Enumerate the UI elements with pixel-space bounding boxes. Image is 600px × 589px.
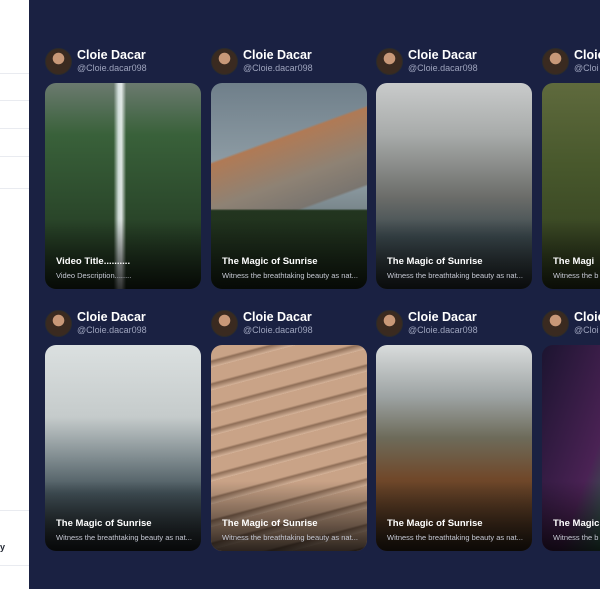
video-title[interactable]: The Magic [553, 518, 599, 529]
author-name[interactable]: Cloie Dacar [408, 311, 478, 324]
author-name[interactable]: Cloie [574, 49, 600, 62]
video-description: Witness the breathtaking beauty as nat..… [387, 533, 523, 542]
avatar[interactable] [211, 309, 238, 337]
author-handle: @Cloi [574, 324, 599, 335]
video-thumbnail[interactable]: The Magic Witness the b [542, 345, 600, 551]
author-row[interactable]: Cloie @Cloi [542, 308, 600, 338]
video-thumbnail[interactable]: The Magic of Sunrise Witness the breatht… [376, 345, 532, 551]
author-name[interactable]: Cloie Dacar [408, 49, 478, 62]
author-handle: @Cloie.dacar098 [408, 324, 478, 335]
sidebar: y [0, 0, 29, 589]
video-thumbnail[interactable]: Video Title.......... Video Description.… [45, 83, 201, 289]
video-title[interactable]: The Magic of Sunrise [387, 256, 483, 267]
avatar[interactable] [542, 47, 569, 75]
avatar[interactable] [211, 47, 238, 75]
video-title[interactable]: The Magic of Sunrise [222, 256, 318, 267]
video-description: Witness the b [553, 271, 599, 280]
author-handle: @Cloie.dacar098 [408, 62, 478, 73]
video-description: Video Description........ [56, 271, 132, 280]
avatar[interactable] [542, 309, 569, 337]
video-thumbnail[interactable]: The Magic of Sunrise Witness the breatht… [376, 83, 532, 289]
video-thumbnail[interactable]: The Magic of Sunrise Witness the breatht… [211, 83, 367, 289]
video-description: Witness the breathtaking beauty as nat..… [56, 533, 192, 542]
author-handle: @Cloie.dacar098 [243, 62, 313, 73]
author-handle: @Cloie.dacar098 [77, 62, 147, 73]
avatar[interactable] [376, 47, 403, 75]
author-name[interactable]: Cloie Dacar [77, 311, 147, 324]
sidebar-divider [0, 128, 29, 129]
author-row[interactable]: Cloie @Cloi [542, 46, 600, 76]
author-handle: @Cloie.dacar098 [243, 324, 313, 335]
video-card[interactable]: Cloie @Cloi The Magi Witness the b [542, 46, 600, 296]
author-name[interactable]: Cloie [574, 311, 600, 324]
author-name[interactable]: Cloie Dacar [243, 49, 313, 62]
video-thumbnail[interactable]: The Magic of Sunrise Witness the breatht… [45, 345, 201, 551]
sidebar-divider [0, 565, 29, 566]
sidebar-divider [0, 188, 29, 189]
video-title[interactable]: The Magi [553, 256, 594, 267]
video-title[interactable]: The Magic of Sunrise [222, 518, 318, 529]
author-name[interactable]: Cloie Dacar [77, 49, 147, 62]
video-description: Witness the breathtaking beauty as nat..… [222, 533, 358, 542]
author-name[interactable]: Cloie Dacar [243, 311, 313, 324]
video-thumbnail[interactable]: The Magi Witness the b [542, 83, 600, 289]
video-description: Witness the b [553, 533, 599, 542]
video-feed: Cloie Dacar @Cloie.dacar098 Video Title.… [29, 0, 600, 589]
avatar[interactable] [45, 309, 72, 337]
sidebar-divider [0, 156, 29, 157]
video-title[interactable]: The Magic of Sunrise [56, 518, 152, 529]
video-thumbnail[interactable]: The Magic of Sunrise Witness the breatht… [211, 345, 367, 551]
sidebar-item-label[interactable]: y [0, 542, 5, 552]
video-description: Witness the breathtaking beauty as nat..… [222, 271, 358, 280]
sidebar-divider [0, 73, 29, 74]
video-title[interactable]: Video Title.......... [56, 256, 130, 267]
video-description: Witness the breathtaking beauty as nat..… [387, 271, 523, 280]
video-title[interactable]: The Magic of Sunrise [387, 518, 483, 529]
video-card[interactable]: Cloie @Cloi The Magic Witness the b [542, 308, 600, 558]
author-handle: @Cloi [574, 62, 599, 73]
avatar[interactable] [45, 47, 72, 75]
sidebar-divider [0, 100, 29, 101]
avatar[interactable] [376, 309, 403, 337]
author-handle: @Cloie.dacar098 [77, 324, 147, 335]
sidebar-divider [0, 510, 29, 511]
